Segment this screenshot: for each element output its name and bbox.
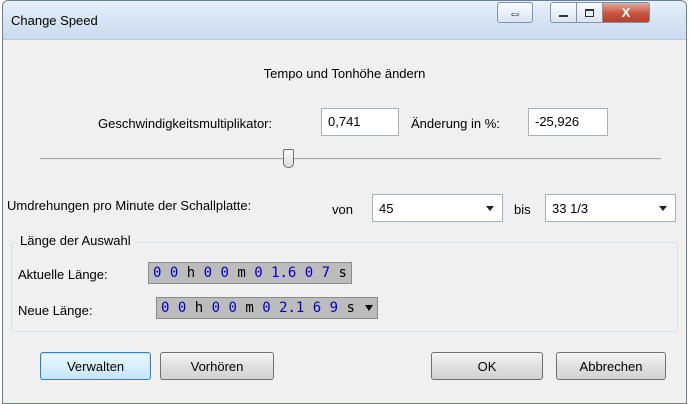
preview-button[interactable]: Vorhören <box>160 352 274 380</box>
rpm-label: Umdrehungen pro Minute der Schallplatte: <box>7 198 252 213</box>
rpm-to-value: 33 1/3 <box>552 201 589 216</box>
speed-slider-track[interactable] <box>40 158 661 160</box>
selection-length-legend: Länge der Auswahl <box>17 233 134 248</box>
window-title: Change Speed <box>11 13 98 28</box>
maximize-button[interactable] <box>577 2 603 23</box>
cancel-button[interactable]: Abbrechen <box>556 352 666 380</box>
new-length-label: Neue Länge: <box>18 303 93 318</box>
rpm-from-value: 45 <box>379 201 394 216</box>
chevron-down-icon <box>486 206 494 211</box>
chevron-down-icon <box>659 206 667 211</box>
multiplier-label: Geschwindigkeitsmultiplikator: <box>98 116 273 131</box>
resize-button[interactable]: ⇔ <box>497 2 533 23</box>
minimize-button[interactable] <box>550 2 577 23</box>
dialog-body: Tempo und Tonhöhe ändern Geschwindigkeit… <box>3 41 686 403</box>
resize-arrows-icon: ⇔ <box>508 4 522 21</box>
rpm-to-label: bis <box>514 202 531 217</box>
percent-change-input[interactable]: -25,926 <box>528 108 608 136</box>
rpm-from-label: von <box>332 202 353 217</box>
close-icon: X <box>621 5 631 20</box>
change-speed-dialog: Change Speed ⇔ X Tempo und Tonhöhe änder… <box>2 0 687 404</box>
time-format-menu-icon[interactable] <box>365 305 374 311</box>
title-bar: Change Speed ⇔ X <box>3 1 686 40</box>
maximize-icon <box>585 8 594 17</box>
close-button[interactable]: X <box>603 2 650 23</box>
rpm-from-select[interactable]: 45 <box>372 194 503 222</box>
ok-button[interactable]: OK <box>431 352 543 380</box>
percent-change-label: Änderung in %: <box>411 116 500 131</box>
multiplier-input[interactable]: 0,741 <box>321 108 399 136</box>
manage-button[interactable]: Verwalten <box>40 352 151 380</box>
current-length-time: 0 0 h 0 0 m 0 1.6 0 7 s <box>148 262 352 284</box>
new-length-time[interactable]: 0 0 h 0 0 m 0 2.1 6 9 s <box>156 297 379 319</box>
dialog-heading: Tempo und Tonhöhe ändern <box>263 66 426 81</box>
rpm-to-select[interactable]: 33 1/3 <box>545 194 676 222</box>
minimize-icon <box>559 15 568 17</box>
speed-slider-thumb[interactable] <box>283 149 294 168</box>
current-length-label: Aktuelle Länge: <box>18 267 108 282</box>
